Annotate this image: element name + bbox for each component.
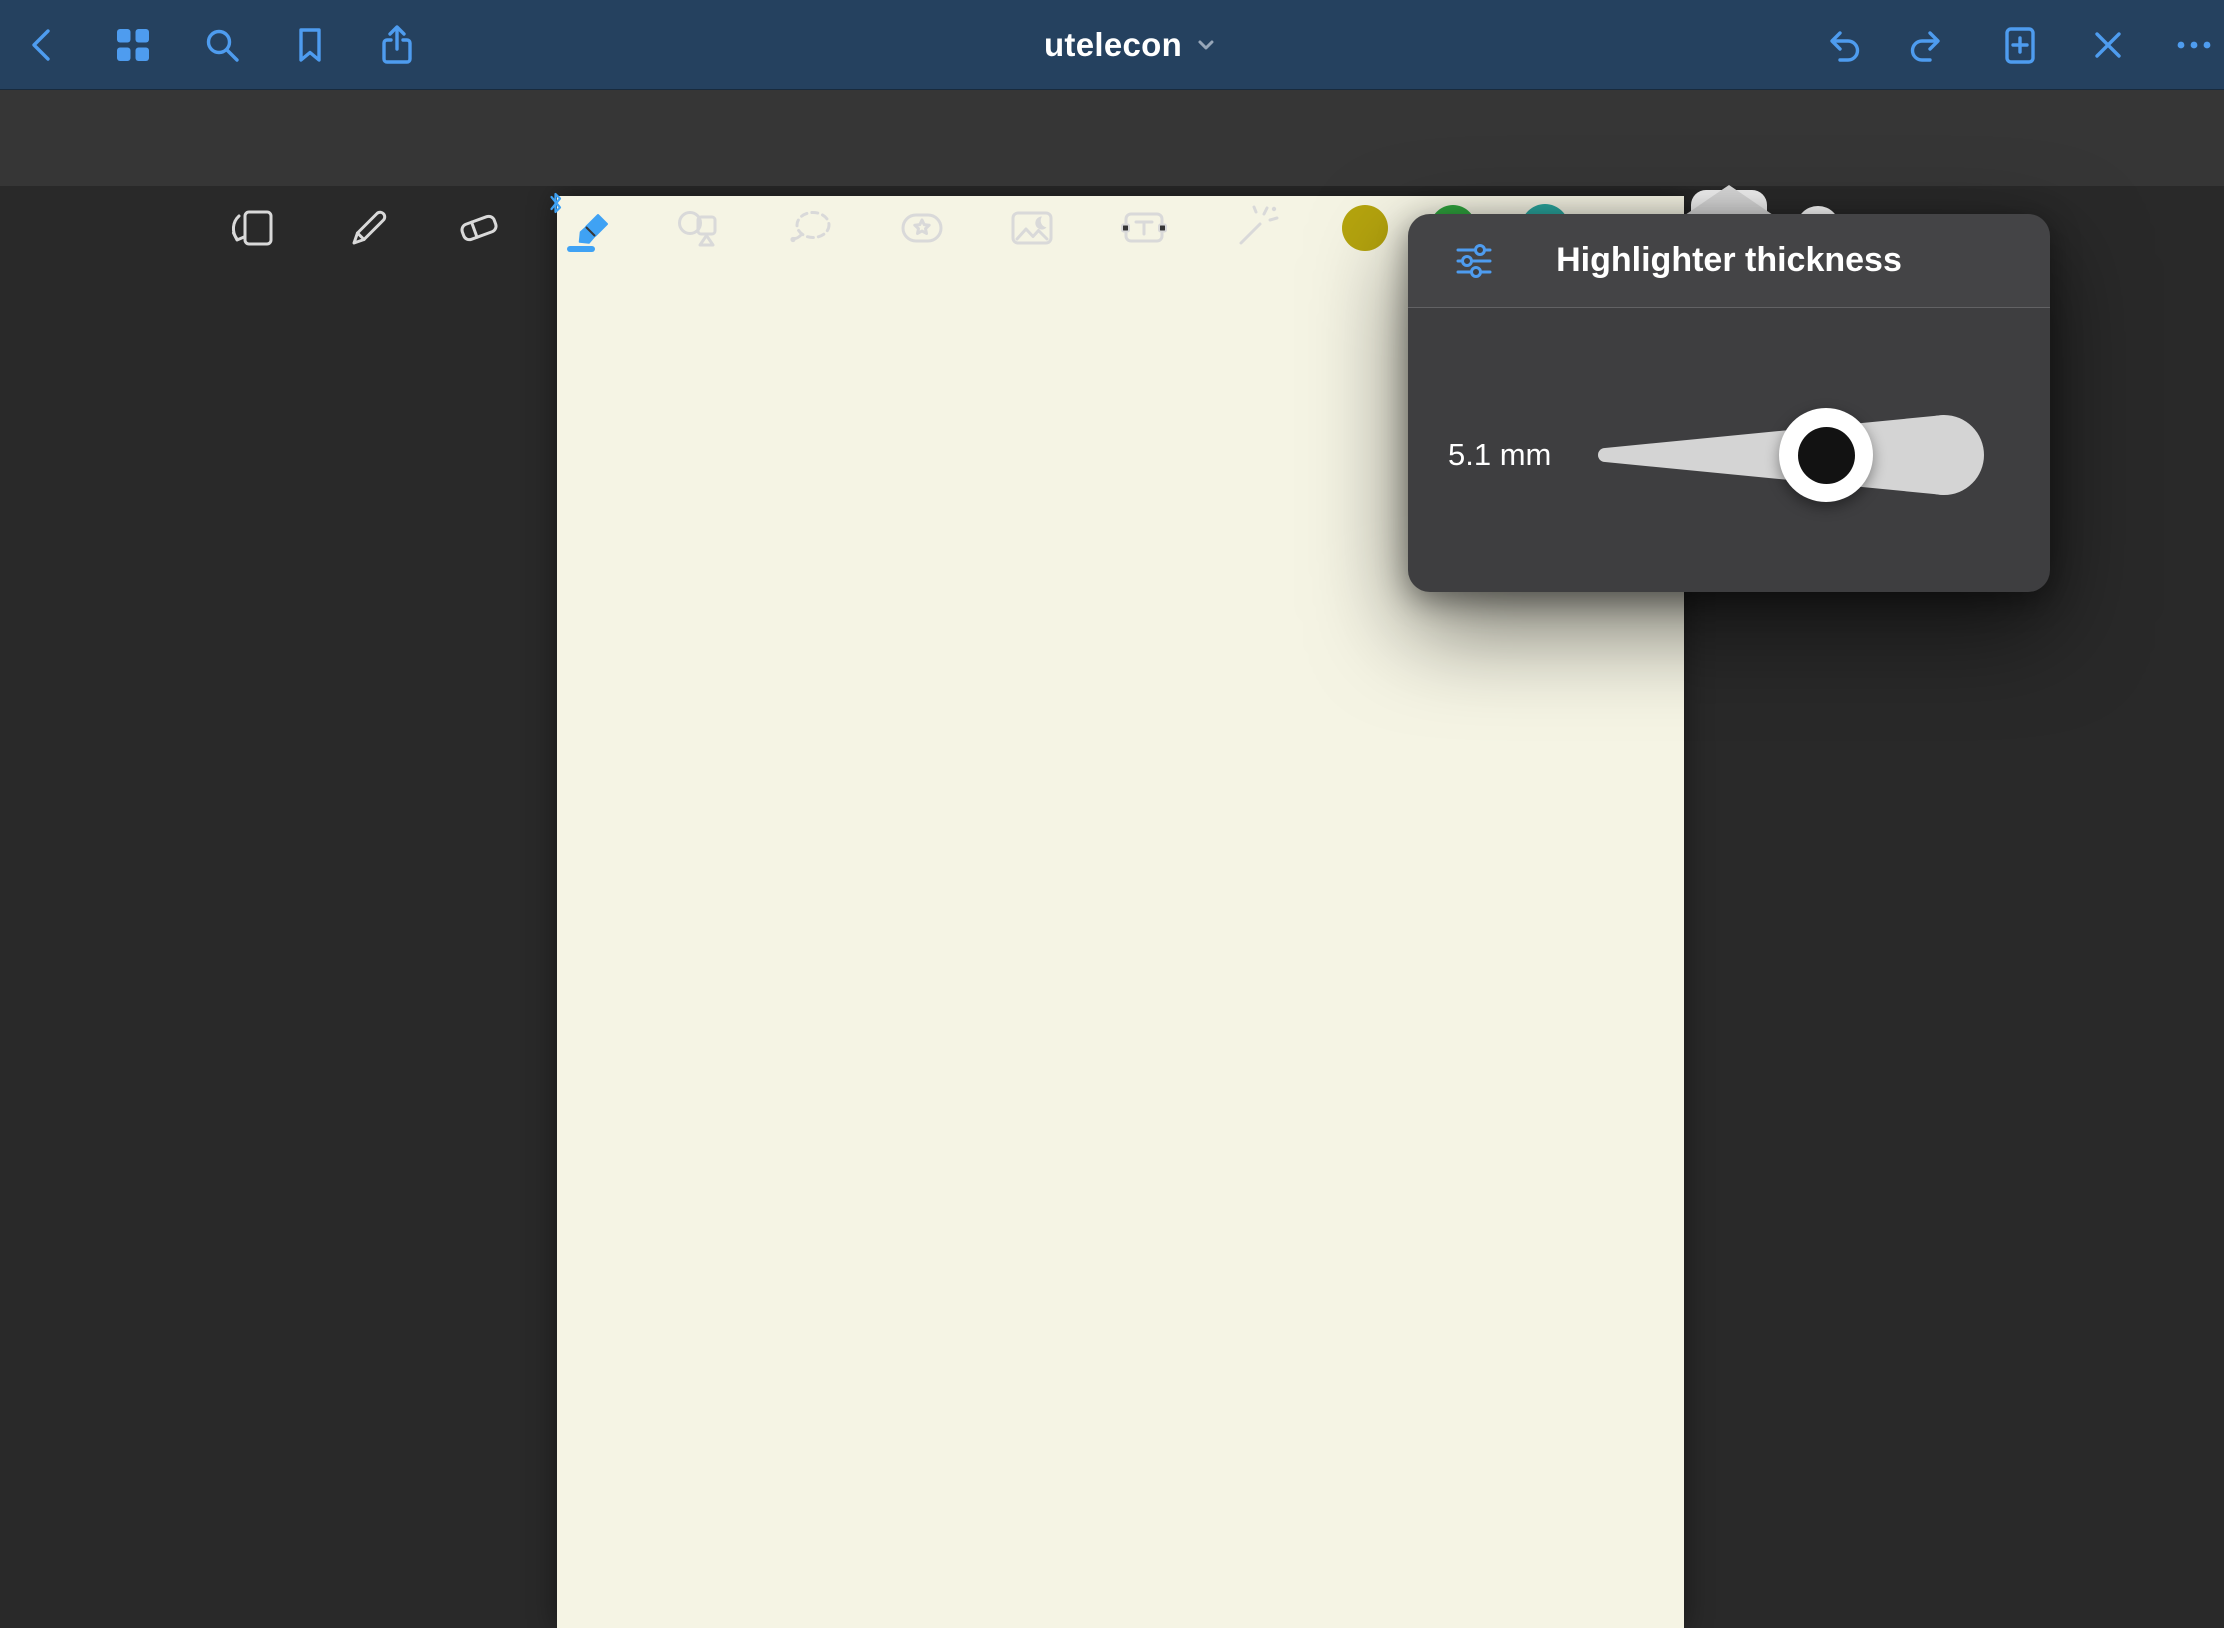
thumbnails-grid-icon bbox=[111, 23, 155, 67]
highlighter-thickness-popover: Highlighter thickness 5.1 mm bbox=[1408, 214, 2050, 592]
elements-tool[interactable] bbox=[894, 200, 950, 256]
laser-pointer-tool[interactable] bbox=[1227, 200, 1283, 256]
pen-tool[interactable] bbox=[341, 200, 397, 256]
chevron-down-icon bbox=[1194, 33, 1218, 57]
eraser-icon bbox=[451, 200, 507, 256]
redo-button[interactable] bbox=[1906, 23, 1950, 67]
add-page-icon bbox=[1998, 23, 2042, 67]
thickness-slider-knob-dot bbox=[1798, 427, 1855, 484]
close-icon bbox=[2086, 23, 2130, 67]
popover-arrow bbox=[1685, 185, 1773, 215]
zoom-window-tool[interactable] bbox=[226, 200, 282, 256]
pen-icon bbox=[341, 200, 397, 256]
laser-pointer-icon bbox=[1227, 200, 1283, 256]
lasso-icon bbox=[784, 200, 840, 256]
document-title-label: utelecon bbox=[1044, 26, 1182, 64]
share-button[interactable] bbox=[375, 23, 419, 67]
thickness-slider-knob[interactable] bbox=[1779, 408, 1873, 502]
back-button[interactable] bbox=[21, 23, 65, 67]
close-document-button[interactable] bbox=[2086, 23, 2130, 67]
undo-icon bbox=[1820, 23, 1864, 67]
search-icon bbox=[200, 23, 244, 67]
ellipsis-icon bbox=[2172, 23, 2216, 67]
undo-button[interactable] bbox=[1820, 23, 1864, 67]
lasso-tool[interactable] bbox=[784, 200, 840, 256]
bookmarks-button[interactable] bbox=[288, 23, 332, 67]
highlighter-icon bbox=[562, 200, 618, 256]
more-options-button[interactable] bbox=[2172, 23, 2216, 67]
add-page-button[interactable] bbox=[1998, 23, 2042, 67]
titlebar: utelecon bbox=[0, 0, 2224, 90]
toolbar bbox=[0, 90, 2224, 186]
sticker-star-icon bbox=[894, 200, 950, 256]
bookmark-icon bbox=[288, 23, 332, 67]
document-title[interactable]: utelecon bbox=[1044, 0, 1218, 90]
zoom-window-icon bbox=[226, 200, 282, 256]
thickness-slider-track[interactable] bbox=[1408, 214, 2050, 592]
text-tool[interactable] bbox=[1116, 200, 1172, 256]
eraser-tool[interactable] bbox=[451, 200, 507, 256]
text-box-icon bbox=[1116, 200, 1172, 256]
color-swatch-yellow[interactable] bbox=[1342, 205, 1388, 251]
share-icon bbox=[375, 23, 419, 67]
page-thumbnails-button[interactable] bbox=[111, 23, 155, 67]
highlighter-tool[interactable] bbox=[562, 200, 618, 256]
search-button[interactable] bbox=[200, 23, 244, 67]
bluetooth-icon bbox=[548, 190, 564, 216]
redo-icon bbox=[1906, 23, 1950, 67]
back-icon bbox=[21, 23, 65, 67]
image-tool[interactable] bbox=[1004, 200, 1060, 256]
shapes-tool[interactable] bbox=[671, 200, 727, 256]
photo-icon bbox=[1004, 200, 1060, 256]
shapes-icon bbox=[671, 200, 727, 256]
